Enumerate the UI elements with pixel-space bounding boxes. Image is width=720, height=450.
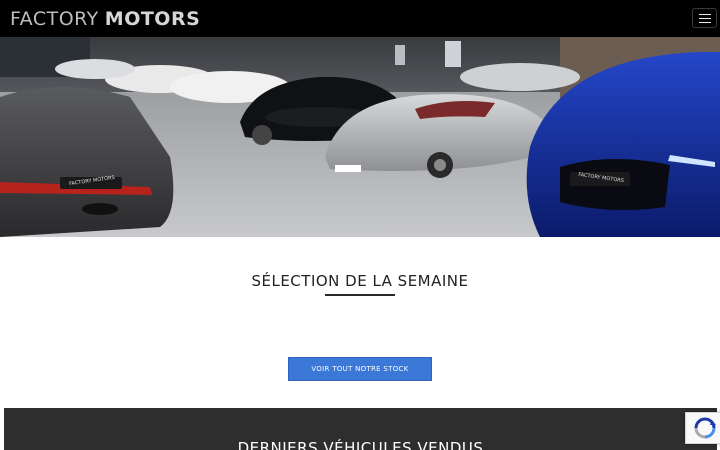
logo-word-motors: MOTORS [104, 8, 201, 30]
recaptcha-icon [694, 417, 716, 439]
hero-image: FACTORY MOTORS FACTORY MOTORS [0, 37, 720, 237]
section-title-weekly-selection: SÉLECTION DE LA SEMAINE [251, 272, 469, 290]
top-navbar: FACTORY MOTORS [0, 0, 720, 37]
hamburger-line [698, 21, 711, 23]
hamburger-menu-icon [698, 13, 711, 15]
view-all-stock-button[interactable]: VOIR TOUT NOTRE STOCK [288, 357, 432, 381]
title-underline [325, 294, 395, 296]
recaptcha-badge[interactable] [685, 412, 720, 444]
section-title-sold-vehicles: DERNIERS VÉHICULES VENDUS [237, 439, 484, 450]
hamburger-line [698, 17, 711, 19]
hamburger-menu-button[interactable] [692, 8, 717, 28]
logo-word-factory: FACTORY [10, 8, 99, 30]
logo[interactable]: FACTORY MOTORS [10, 8, 200, 30]
showroom-cars-photo [0, 37, 720, 237]
sold-vehicles-section: DERNIERS VÉHICULES VENDUS [4, 408, 717, 450]
